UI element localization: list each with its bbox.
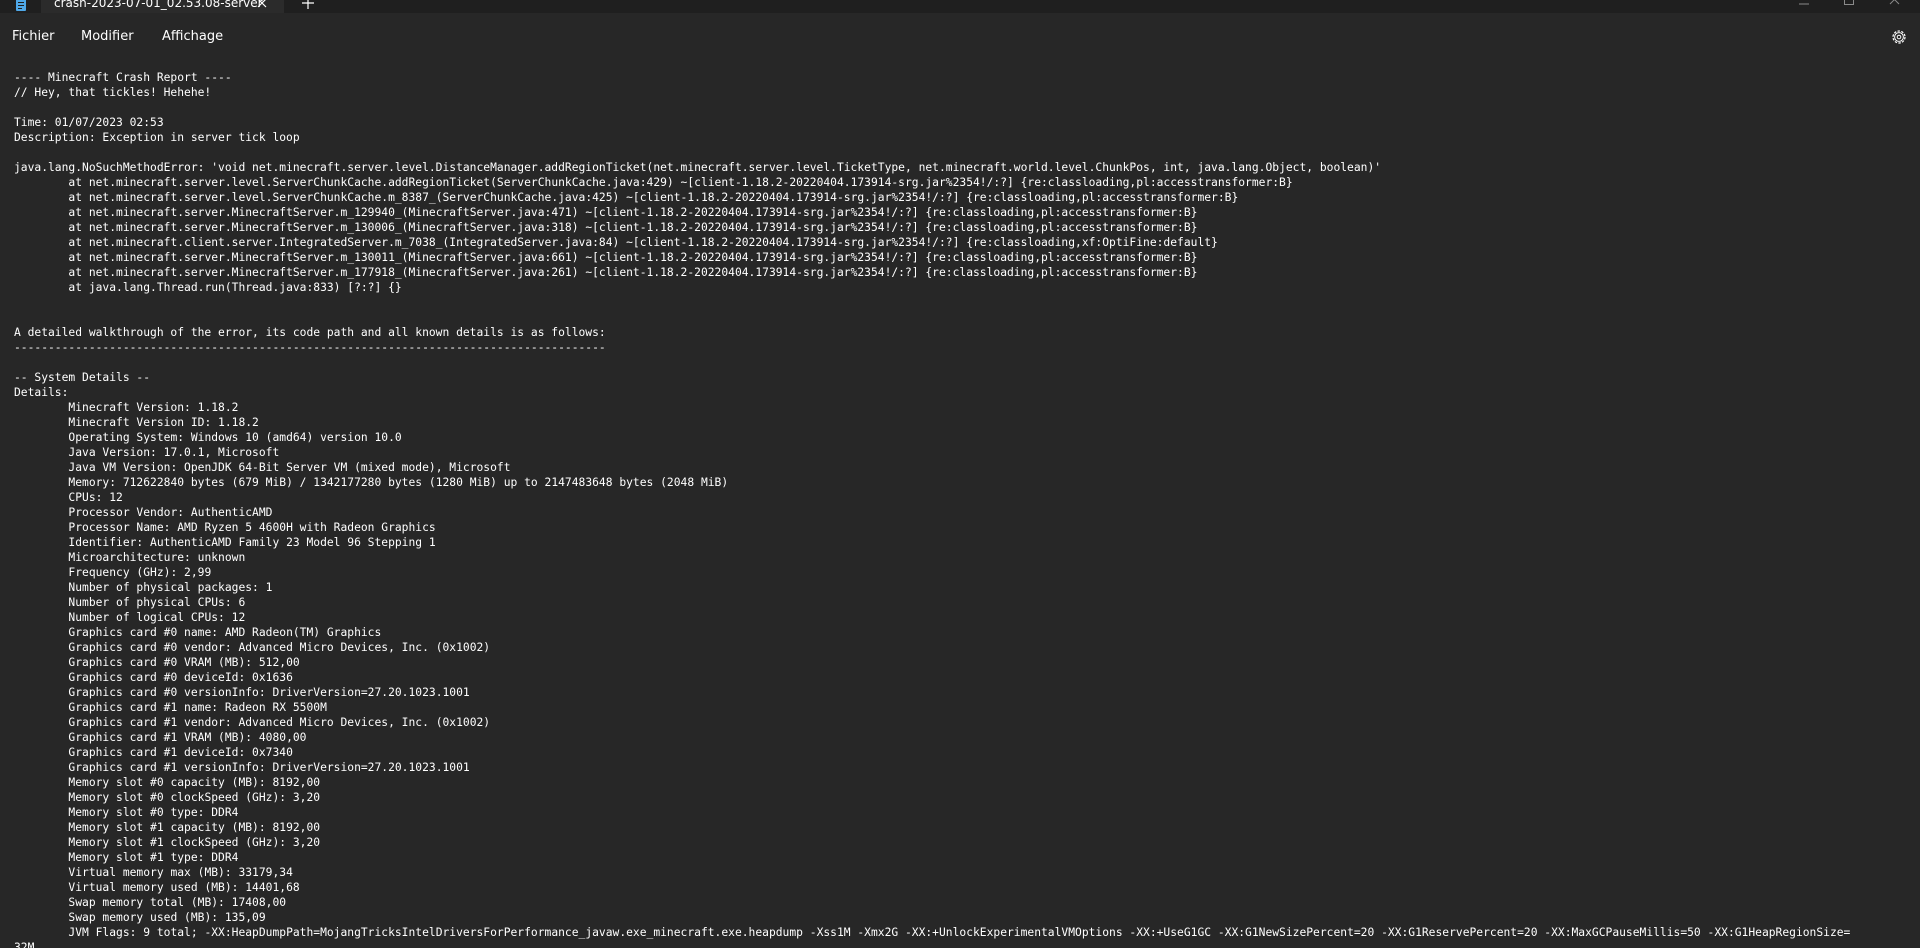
text-line: at java.lang.Thread.run(Thread.java:833)… bbox=[14, 280, 402, 294]
minimize-icon[interactable] bbox=[1797, 0, 1811, 8]
notepad-icon bbox=[16, 0, 26, 11]
window-close-icon[interactable] bbox=[1888, 0, 1902, 8]
text-line: JVM Flags: 9 total; -XX:HeapDumpPath=Moj… bbox=[14, 925, 1851, 939]
text-line: // Hey, that tickles! Hehehe! bbox=[14, 85, 212, 99]
text-line: Graphics card #0 vendor: Advanced Micro … bbox=[14, 640, 491, 654]
text-line: Graphics card #1 versionInfo: DriverVers… bbox=[14, 760, 470, 774]
text-line: at net.minecraft.server.level.ServerChun… bbox=[14, 175, 1293, 189]
text-line: at net.minecraft.server.MinecraftServer.… bbox=[14, 220, 1198, 234]
menu-file[interactable]: Fichier bbox=[12, 29, 55, 45]
text-line: Swap memory total (MB): 17408,00 bbox=[14, 895, 287, 909]
text-line: ​ bbox=[14, 145, 1850, 160]
text-line: -- System Details -- bbox=[14, 370, 151, 384]
text-line: Java VM Version: OpenJDK 64-Bit Server V… bbox=[14, 460, 511, 474]
maximize-icon[interactable] bbox=[1842, 0, 1856, 8]
text-line: Description: Exception in server tick lo… bbox=[14, 130, 300, 144]
text-line: Graphics card #0 versionInfo: DriverVers… bbox=[14, 685, 470, 699]
text-line: Memory: 712622840 bytes (679 MiB) / 1342… bbox=[14, 475, 729, 489]
text-line: Memory slot #0 type: DDR4 bbox=[14, 805, 239, 819]
text-line: Graphics card #1 name: Radeon RX 5500M bbox=[14, 700, 327, 714]
text-line: Virtual memory max (MB): 33179,34 bbox=[14, 865, 293, 879]
tab-title: crash-2023-07-01_02.53.08-server bbox=[54, 0, 263, 10]
text-editor[interactable]: ---- Minecraft Crash Report ----// Hey, … bbox=[0, 55, 1920, 948]
plus-icon[interactable] bbox=[300, 0, 316, 11]
text-line: Swap memory used (MB): 135,09 bbox=[14, 910, 266, 924]
text-line: Memory slot #0 clockSpeed (GHz): 3,20 bbox=[14, 790, 321, 804]
text-line: at net.minecraft.server.level.ServerChun… bbox=[14, 190, 1239, 204]
text-line: Time: 01/07/2023 02:53 bbox=[14, 115, 164, 129]
text-line: Frequency (GHz): 2,99 bbox=[14, 565, 212, 579]
close-icon[interactable] bbox=[254, 0, 270, 11]
text-line: Details: bbox=[14, 385, 69, 399]
tab-document[interactable]: crash-2023-07-01_02.53.08-server bbox=[41, 0, 284, 13]
text-line: Memory slot #1 type: DDR4 bbox=[14, 850, 239, 864]
text-line: ​ bbox=[14, 100, 1850, 115]
text-line: Identifier: AuthenticAMD Family 23 Model… bbox=[14, 535, 436, 549]
text-line: Processor Name: AMD Ryzen 5 4600H with R… bbox=[14, 520, 436, 534]
text-line: ----------------------------------------… bbox=[14, 340, 606, 354]
text-line: Operating System: Windows 10 (amd64) ver… bbox=[14, 430, 402, 444]
text-line: Number of physical CPUs: 6 bbox=[14, 595, 246, 609]
text-line: Graphics card #1 vendor: Advanced Micro … bbox=[14, 715, 491, 729]
text-line: ---- Minecraft Crash Report ---- bbox=[14, 70, 232, 84]
text-line: Java Version: 17.0.1, Microsoft bbox=[14, 445, 280, 459]
text-line: Processor Vendor: AuthenticAMD bbox=[14, 505, 273, 519]
text-line: at net.minecraft.server.MinecraftServer.… bbox=[14, 205, 1198, 219]
gear-icon[interactable] bbox=[1890, 28, 1908, 46]
text-line: Graphics card #0 VRAM (MB): 512,00 bbox=[14, 655, 300, 669]
text-line: java.lang.NoSuchMethodError: 'void net.m… bbox=[14, 160, 1382, 174]
text-line: ​ bbox=[14, 310, 1850, 325]
text-line: Minecraft Version ID: 1.18.2 bbox=[14, 415, 259, 429]
text-line: Memory slot #1 capacity (MB): 8192,00 bbox=[14, 820, 321, 834]
text-line: ​ bbox=[14, 355, 1850, 370]
text-line: Graphics card #1 deviceId: 0x7340 bbox=[14, 745, 293, 759]
text-line: Graphics card #0 deviceId: 0x1636 bbox=[14, 670, 293, 684]
text-line: Graphics card #0 name: AMD Radeon(TM) Gr… bbox=[14, 625, 382, 639]
text-line: Microarchitecture: unknown bbox=[14, 550, 246, 564]
menu-bar: Fichier Modifier Affichage bbox=[0, 13, 1920, 53]
text-line: CPUs: 12 bbox=[14, 490, 123, 504]
text-line: ​ bbox=[14, 295, 1850, 310]
menu-view[interactable]: Affichage bbox=[162, 29, 223, 45]
text-line: 32M bbox=[14, 940, 35, 948]
text-line: at net.minecraft.server.MinecraftServer.… bbox=[14, 250, 1198, 264]
menu-edit[interactable]: Modifier bbox=[81, 29, 134, 45]
text-line: Memory slot #1 clockSpeed (GHz): 3,20 bbox=[14, 835, 321, 849]
title-bar: crash-2023-07-01_02.53.08-server bbox=[0, 0, 1920, 13]
text-line: Number of physical packages: 1 bbox=[14, 580, 273, 594]
text-line: Minecraft Version: 1.18.2 bbox=[14, 400, 239, 414]
text-line: Memory slot #0 capacity (MB): 8192,00 bbox=[14, 775, 321, 789]
text-line: Number of logical CPUs: 12 bbox=[14, 610, 246, 624]
text-line: A detailed walkthrough of the error, its… bbox=[14, 325, 606, 339]
text-line: at net.minecraft.server.MinecraftServer.… bbox=[14, 265, 1198, 279]
text-line: at net.minecraft.client.server.Integrate… bbox=[14, 235, 1218, 249]
text-line: Graphics card #1 VRAM (MB): 4080,00 bbox=[14, 730, 307, 744]
document-text[interactable]: ---- Minecraft Crash Report ----// Hey, … bbox=[14, 70, 1850, 948]
text-line: Virtual memory used (MB): 14401,68 bbox=[14, 880, 300, 894]
